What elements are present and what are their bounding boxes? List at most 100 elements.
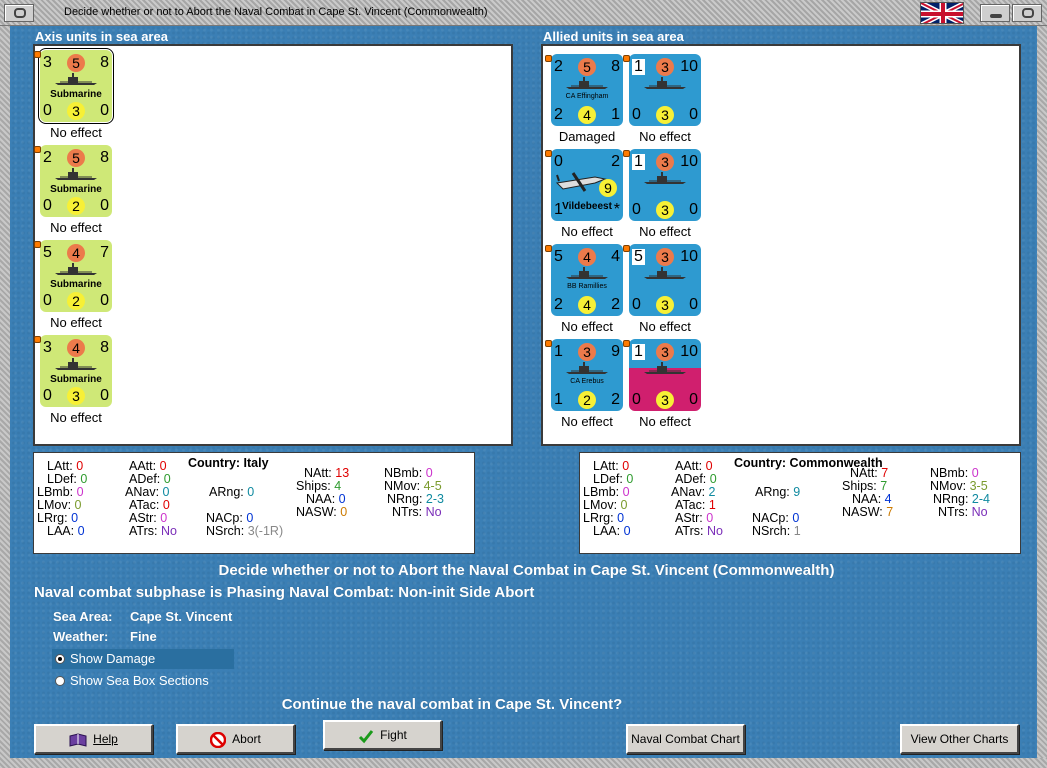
help-button[interactable]: Help: [34, 724, 153, 754]
allied-unit-counter[interactable]: 5 4 4 BB Ramillies 2 4 2: [551, 244, 623, 316]
allied-unit-counter[interactable]: 2 5 8 CA Effingham 2 4 1: [551, 54, 623, 126]
stat-ldef-label: LDef:: [593, 472, 623, 486]
stat-ntrs-value: No: [425, 505, 442, 519]
allied-unit-counter[interactable]: 1 3 10 0 3 0: [629, 339, 701, 411]
stat-nmov: NMov: 4-5: [384, 479, 442, 493]
counter-bottom-right-value: 0: [100, 387, 109, 404]
stat-atrs-value: No: [706, 524, 723, 538]
allied-unit-counter[interactable]: 0 2 Vildebeest 1 9 *: [551, 149, 623, 221]
counter-top-left-value: 3: [43, 54, 52, 71]
unit-marker-icon: [623, 55, 630, 62]
stat-nrng: NRng: 2-3: [387, 492, 444, 506]
stat-natt-value: 7: [881, 466, 889, 480]
counter-bottom-right-value: 1: [611, 106, 620, 123]
stat-ntrs-value: No: [971, 505, 988, 519]
stat-natt: NAtt: 13: [304, 466, 349, 480]
allied-unit-counter[interactable]: 1 3 10 0 3 0: [629, 149, 701, 221]
stat-ldef: LDef: 0: [47, 472, 87, 486]
stat-nsrch: NSrch: 1: [752, 524, 801, 538]
naval-combat-chart-button[interactable]: Naval Combat Chart: [626, 724, 745, 754]
counter-attack-circle: 3: [656, 343, 674, 361]
stat-atrs-value: No: [160, 524, 177, 538]
counter-top-left-value: 2: [554, 58, 563, 75]
stat-atac-value: 1: [708, 498, 716, 512]
stat-nbmb-value: 0: [425, 466, 433, 480]
counter-bottom-left-value: 0: [632, 391, 641, 408]
radio-unselected-icon: [55, 676, 65, 686]
stat-arng-label: ARng:: [209, 485, 244, 499]
stat-adef-label: ADef:: [675, 472, 707, 486]
stat-atrs: ATrs: No: [675, 524, 723, 538]
counter-top-right-value: 8: [100, 339, 109, 356]
axis-unit-counter[interactable]: 5 4 7 Submarine 0 2 0: [40, 240, 112, 312]
stat-nrng: NRng: 2-4: [933, 492, 990, 506]
window-menu-button[interactable]: [4, 4, 34, 22]
counter-top-right-value: 4: [611, 248, 620, 265]
axis-unit-counter[interactable]: 3 4 8 Submarine 0 3 0: [40, 335, 112, 407]
stat-nrng-value: 2-3: [425, 492, 444, 506]
allied-unit-counter[interactable]: 5 3 10 0 3 0: [629, 244, 701, 316]
stat-anav-label: ANav:: [671, 485, 706, 499]
counter-top-right-value: 10: [680, 343, 698, 360]
stat-naa-label: NAA:: [306, 492, 336, 506]
stat-ntrs: NTrs: No: [392, 505, 442, 519]
stat-nsrch: NSrch: 3(-1R): [206, 524, 283, 538]
show-damage-radio[interactable]: Show Damage: [52, 649, 234, 669]
counter-bottom-right-value: 0: [689, 201, 698, 218]
counter-defense-circle: 4: [578, 296, 596, 314]
stat-ntrs-label: NTrs:: [938, 505, 969, 519]
stat-aatt: AAtt: 0: [675, 459, 713, 473]
stat-atrs: ATrs: No: [129, 524, 177, 538]
abort-button[interactable]: Abort: [176, 724, 295, 754]
continue-question: Continue the naval combat in Cape St. Vi…: [281, 696, 623, 713]
unit-marker-icon: [34, 336, 41, 343]
axis-unit-counter[interactable]: 3 5 8 Submarine 0 3 0: [38, 48, 114, 124]
stat-lmov-value: 0: [74, 498, 82, 512]
axis-unit-status: No effect: [50, 315, 102, 330]
stat-nacp-value: 0: [246, 511, 254, 525]
counter-top-left-value: 1: [632, 58, 645, 75]
stat-latt-value: 0: [76, 459, 84, 473]
stat-arng-value: 9: [793, 485, 801, 499]
fight-button[interactable]: Fight: [323, 720, 442, 750]
restore-button[interactable]: [1012, 4, 1042, 22]
counter-attack-circle: 5: [578, 58, 596, 76]
view-other-charts-button[interactable]: View Other Charts: [900, 724, 1019, 754]
ship-icon: [644, 267, 686, 279]
stat-adef: ADef: 0: [129, 472, 171, 486]
stat-aatt-label: AAtt:: [675, 459, 703, 473]
counter-top-left-value: 0: [554, 153, 563, 170]
counter-defense-circle: 3: [656, 296, 674, 314]
allied-unit-status: No effect: [639, 224, 691, 239]
counter-top-right-value: 10: [680, 153, 698, 170]
stat-lbmb: LBmb: 0: [37, 485, 84, 499]
counter-bottom-right-value: 2: [611, 391, 620, 408]
ship-icon: [644, 172, 686, 184]
stat-naa: NAA: 0: [306, 492, 346, 506]
allied-unit-counter[interactable]: 1 3 10 0 3 0: [629, 54, 701, 126]
stat-nrng-value: 2-4: [971, 492, 990, 506]
counter-attack-circle: 5: [67, 149, 85, 167]
counter-attack-circle: 3: [656, 248, 674, 266]
stat-anav: ANav: 2: [671, 485, 715, 499]
unit-marker-icon: [623, 150, 630, 157]
show-sea-box-radio[interactable]: Show Sea Box Sections: [52, 671, 234, 691]
stat-natt-label: NAtt:: [304, 466, 332, 480]
minimize-button[interactable]: [980, 4, 1010, 22]
stat-natt-label: NAtt:: [850, 466, 878, 480]
stat-ldef-label: LDef:: [47, 472, 77, 486]
counter-defense-circle: 3: [656, 391, 674, 409]
combat-heading: Decide whether or not to Abort the Naval…: [218, 562, 835, 579]
counter-bottom-right-value: 0: [100, 292, 109, 309]
stat-nbmb-label: NBmb:: [384, 466, 423, 480]
allied-unit-counter[interactable]: 1 3 9 CA Erebus 1 2 2: [551, 339, 623, 411]
stat-arng-value: 0: [247, 485, 255, 499]
stat-astr: AStr: 0: [675, 511, 713, 525]
stat-adef-label: ADef:: [129, 472, 161, 486]
counter-attack-circle: 5: [67, 54, 85, 72]
counter-defense-circle: 2: [578, 391, 596, 409]
show-sea-box-label: Show Sea Box Sections: [70, 673, 209, 688]
allied-unit-status: No effect: [561, 224, 613, 239]
axis-unit-counter[interactable]: 2 5 8 Submarine 0 2 0: [40, 145, 112, 217]
unit-marker-icon: [545, 340, 552, 347]
